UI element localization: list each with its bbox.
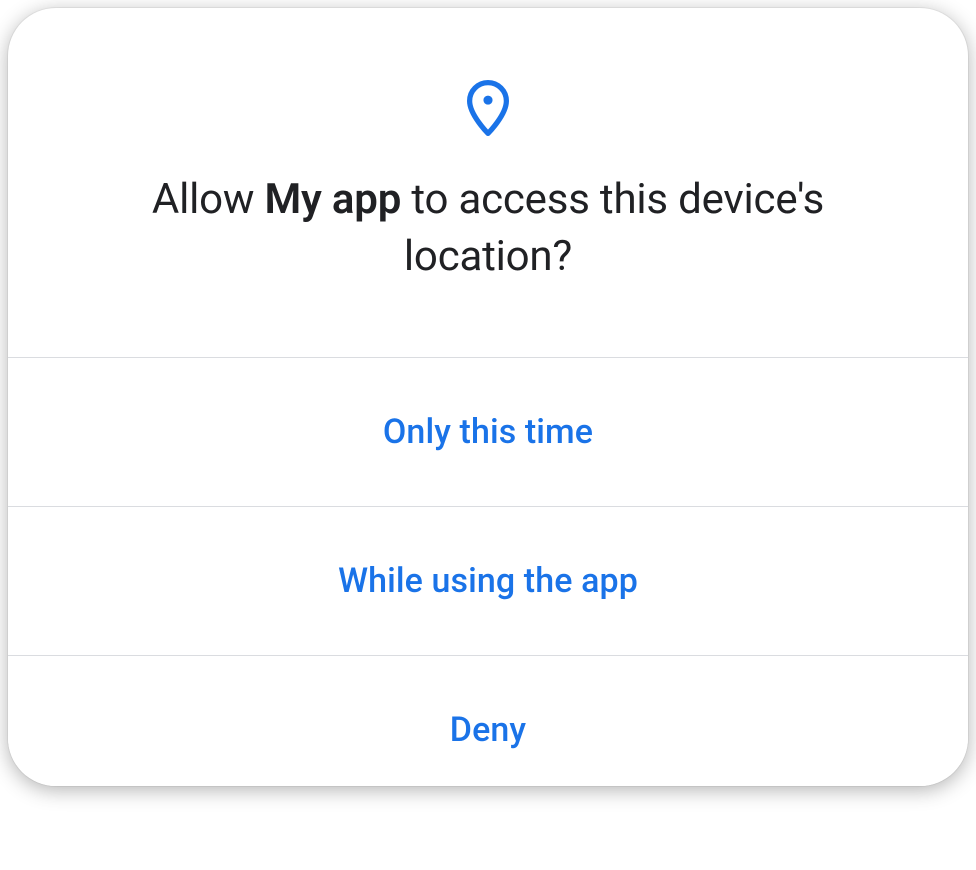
option-while-using-app[interactable]: While using the app [8, 506, 968, 655]
title-suffix: to access this device's location? [401, 175, 824, 281]
location-pin-icon [466, 80, 510, 136]
option-deny[interactable]: Deny [8, 655, 968, 786]
option-label: Only this time [383, 412, 593, 452]
dialog-header: Allow My app to access this device's loc… [8, 8, 968, 357]
option-label: Deny [450, 710, 526, 750]
permission-dialog: Allow My app to access this device's loc… [8, 8, 968, 786]
option-label: While using the app [338, 561, 638, 601]
option-only-this-time[interactable]: Only this time [8, 357, 968, 506]
title-prefix: Allow [152, 175, 265, 224]
app-name: My app [264, 175, 401, 224]
dialog-title: Allow My app to access this device's loc… [88, 172, 888, 285]
